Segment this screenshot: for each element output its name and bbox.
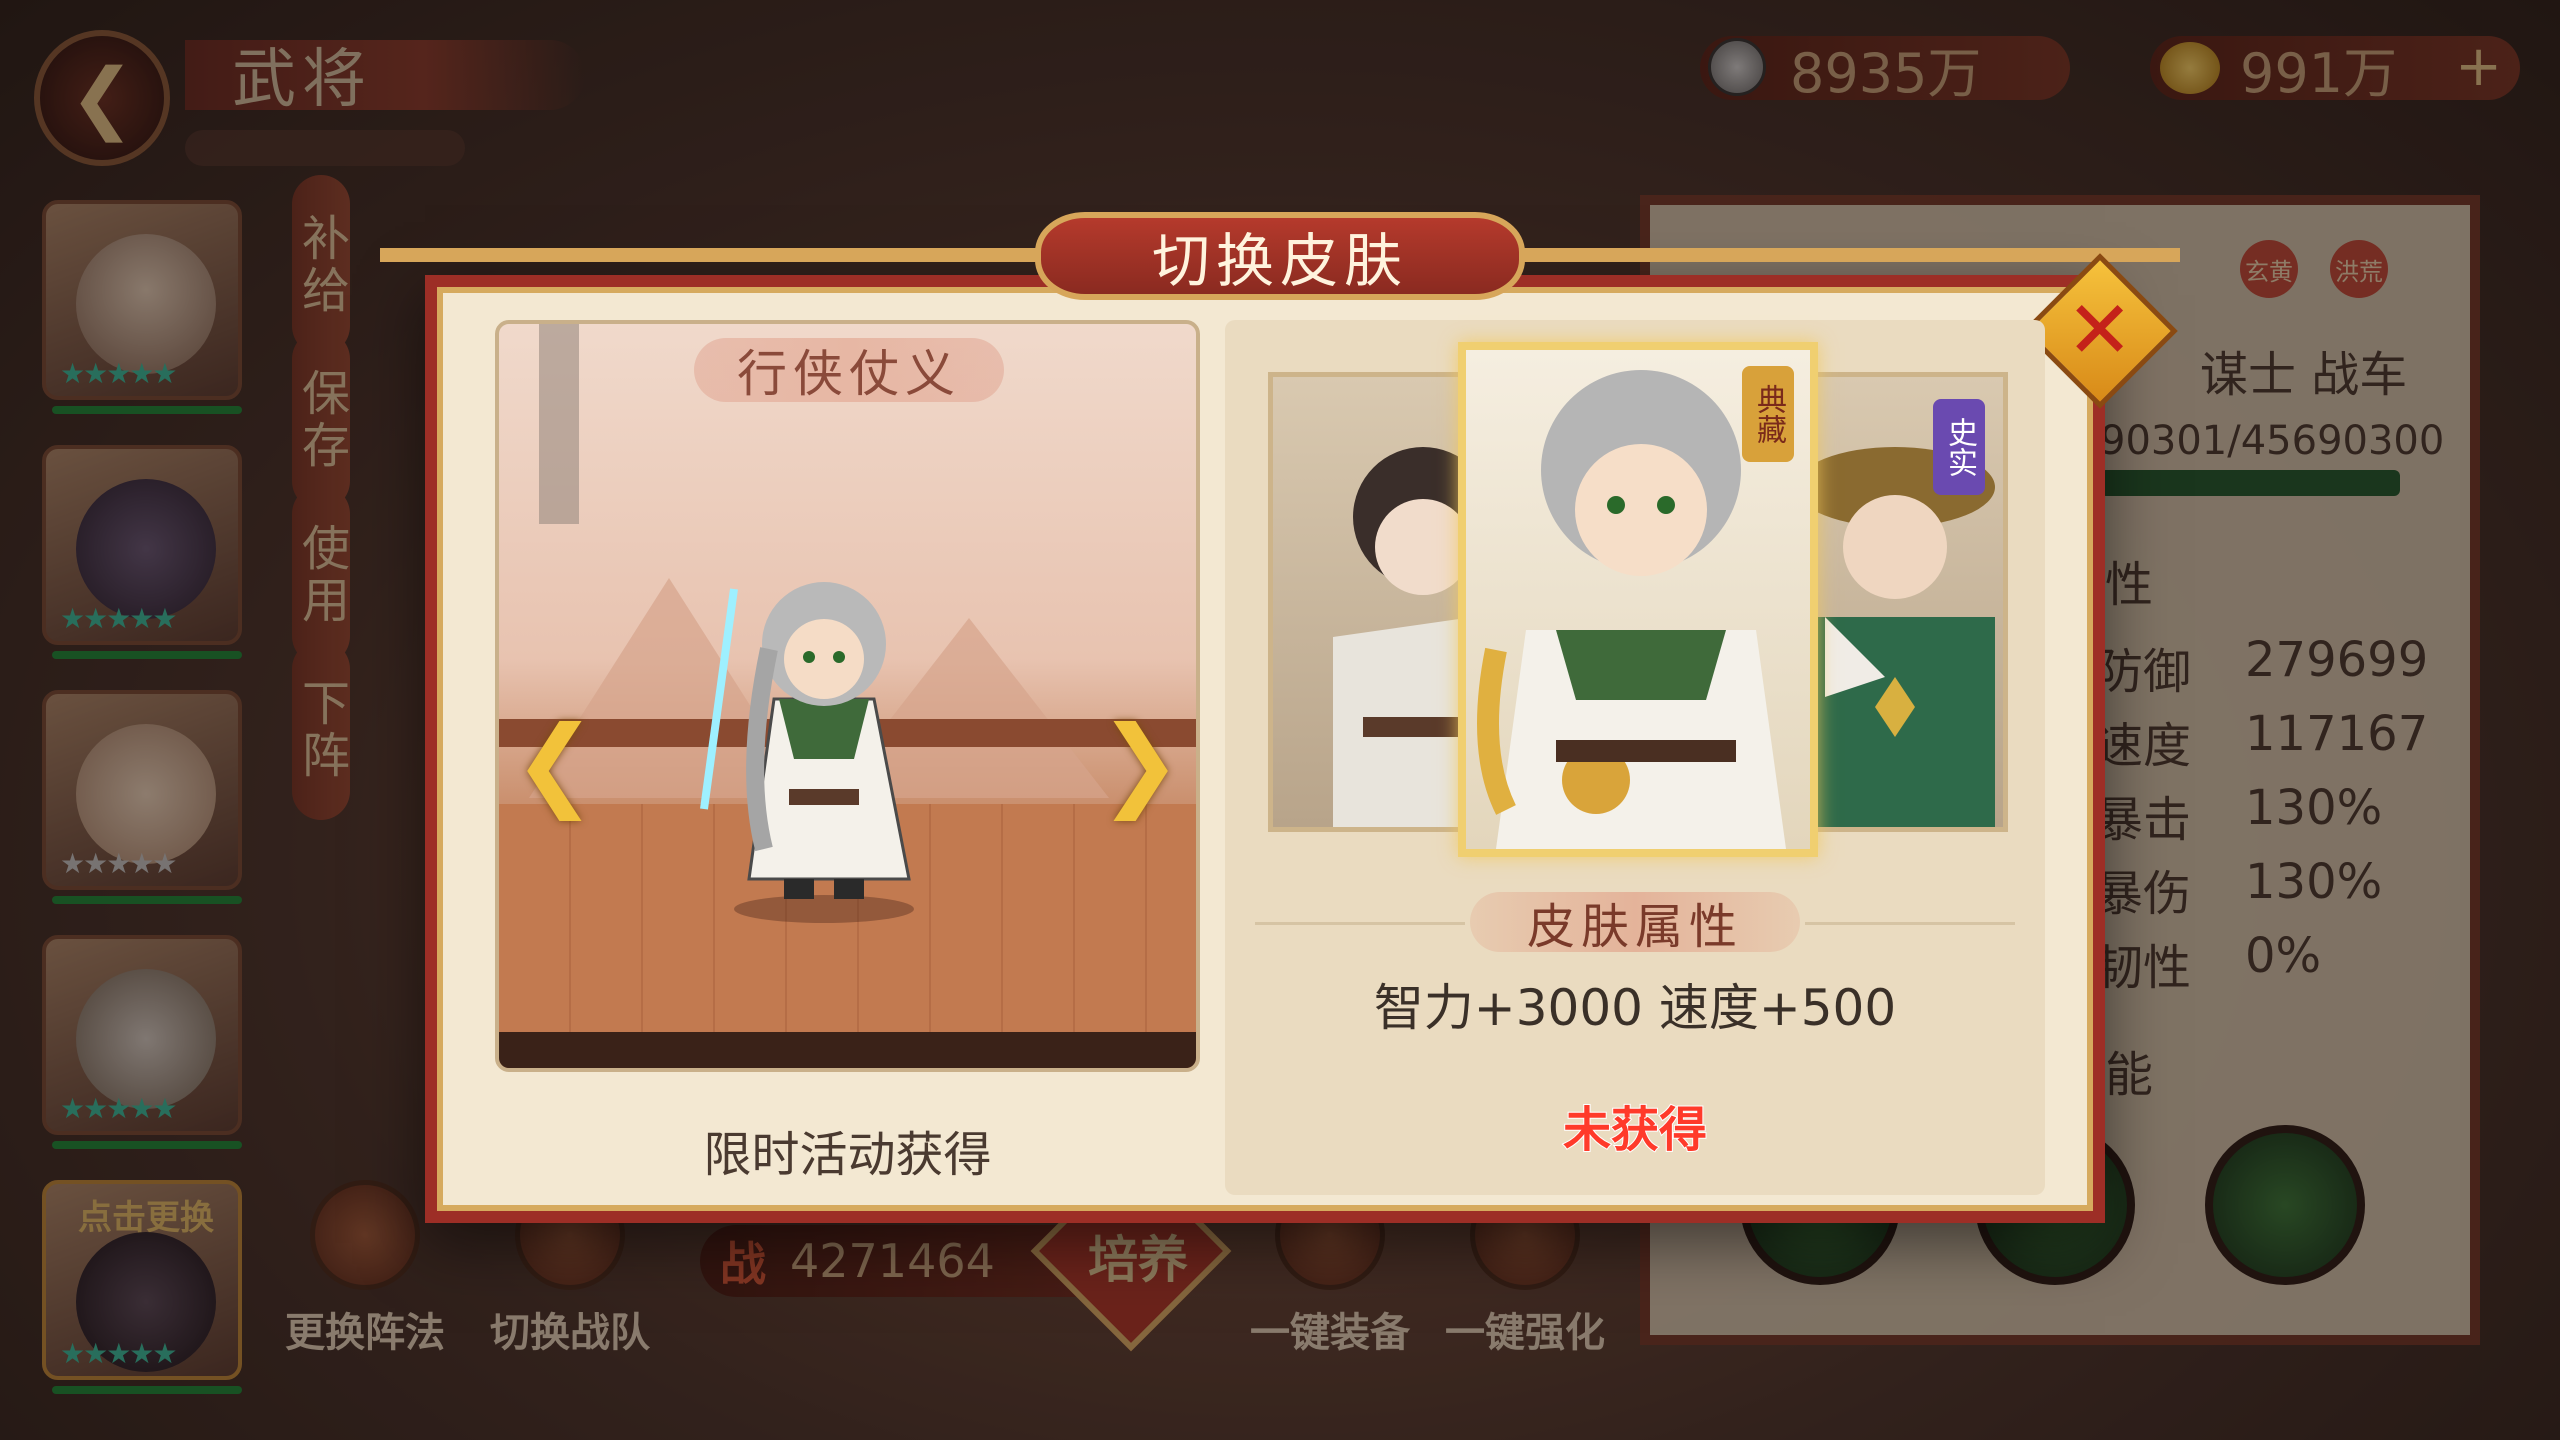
next-skin-arrow-icon[interactable]: ❯ bbox=[1098, 704, 1182, 821]
skin-attributes-title: 皮肤属性 bbox=[1470, 892, 1800, 955]
collection-badge: 典藏 bbox=[1742, 366, 1794, 462]
close-icon: ✕ bbox=[2066, 284, 2134, 377]
dialog-title: 切换皮肤 bbox=[1035, 212, 1525, 300]
skin-preview: 行侠仗义 ❮ ❯ bbox=[495, 320, 1200, 1072]
floor-edge bbox=[499, 1032, 1196, 1068]
historical-badge: 史实 bbox=[1933, 399, 1985, 495]
skin-name: 行侠仗义 bbox=[694, 338, 1004, 403]
divider bbox=[1255, 922, 1465, 925]
divider bbox=[1805, 922, 2015, 925]
acquire-method-text: 限时活动获得 bbox=[703, 1127, 992, 1183]
prev-skin-arrow-icon[interactable]: ❮ bbox=[513, 704, 597, 821]
header-trim-left bbox=[380, 248, 1040, 262]
skin-card-left[interactable] bbox=[1268, 372, 1478, 832]
skin-thumbnail bbox=[1333, 447, 1473, 827]
skin-card-selected[interactable]: 典藏 bbox=[1458, 342, 1818, 857]
ownership-status: 未获得 bbox=[1562, 1101, 1708, 1159]
skin-card-right[interactable]: 史实 bbox=[1800, 372, 2008, 832]
hero-character-sprite bbox=[700, 582, 914, 923]
pillar bbox=[539, 324, 579, 524]
header-trim-right bbox=[1520, 248, 2180, 262]
skin-attributes-values: 智力+3000 速度+500 bbox=[1373, 979, 1897, 1037]
